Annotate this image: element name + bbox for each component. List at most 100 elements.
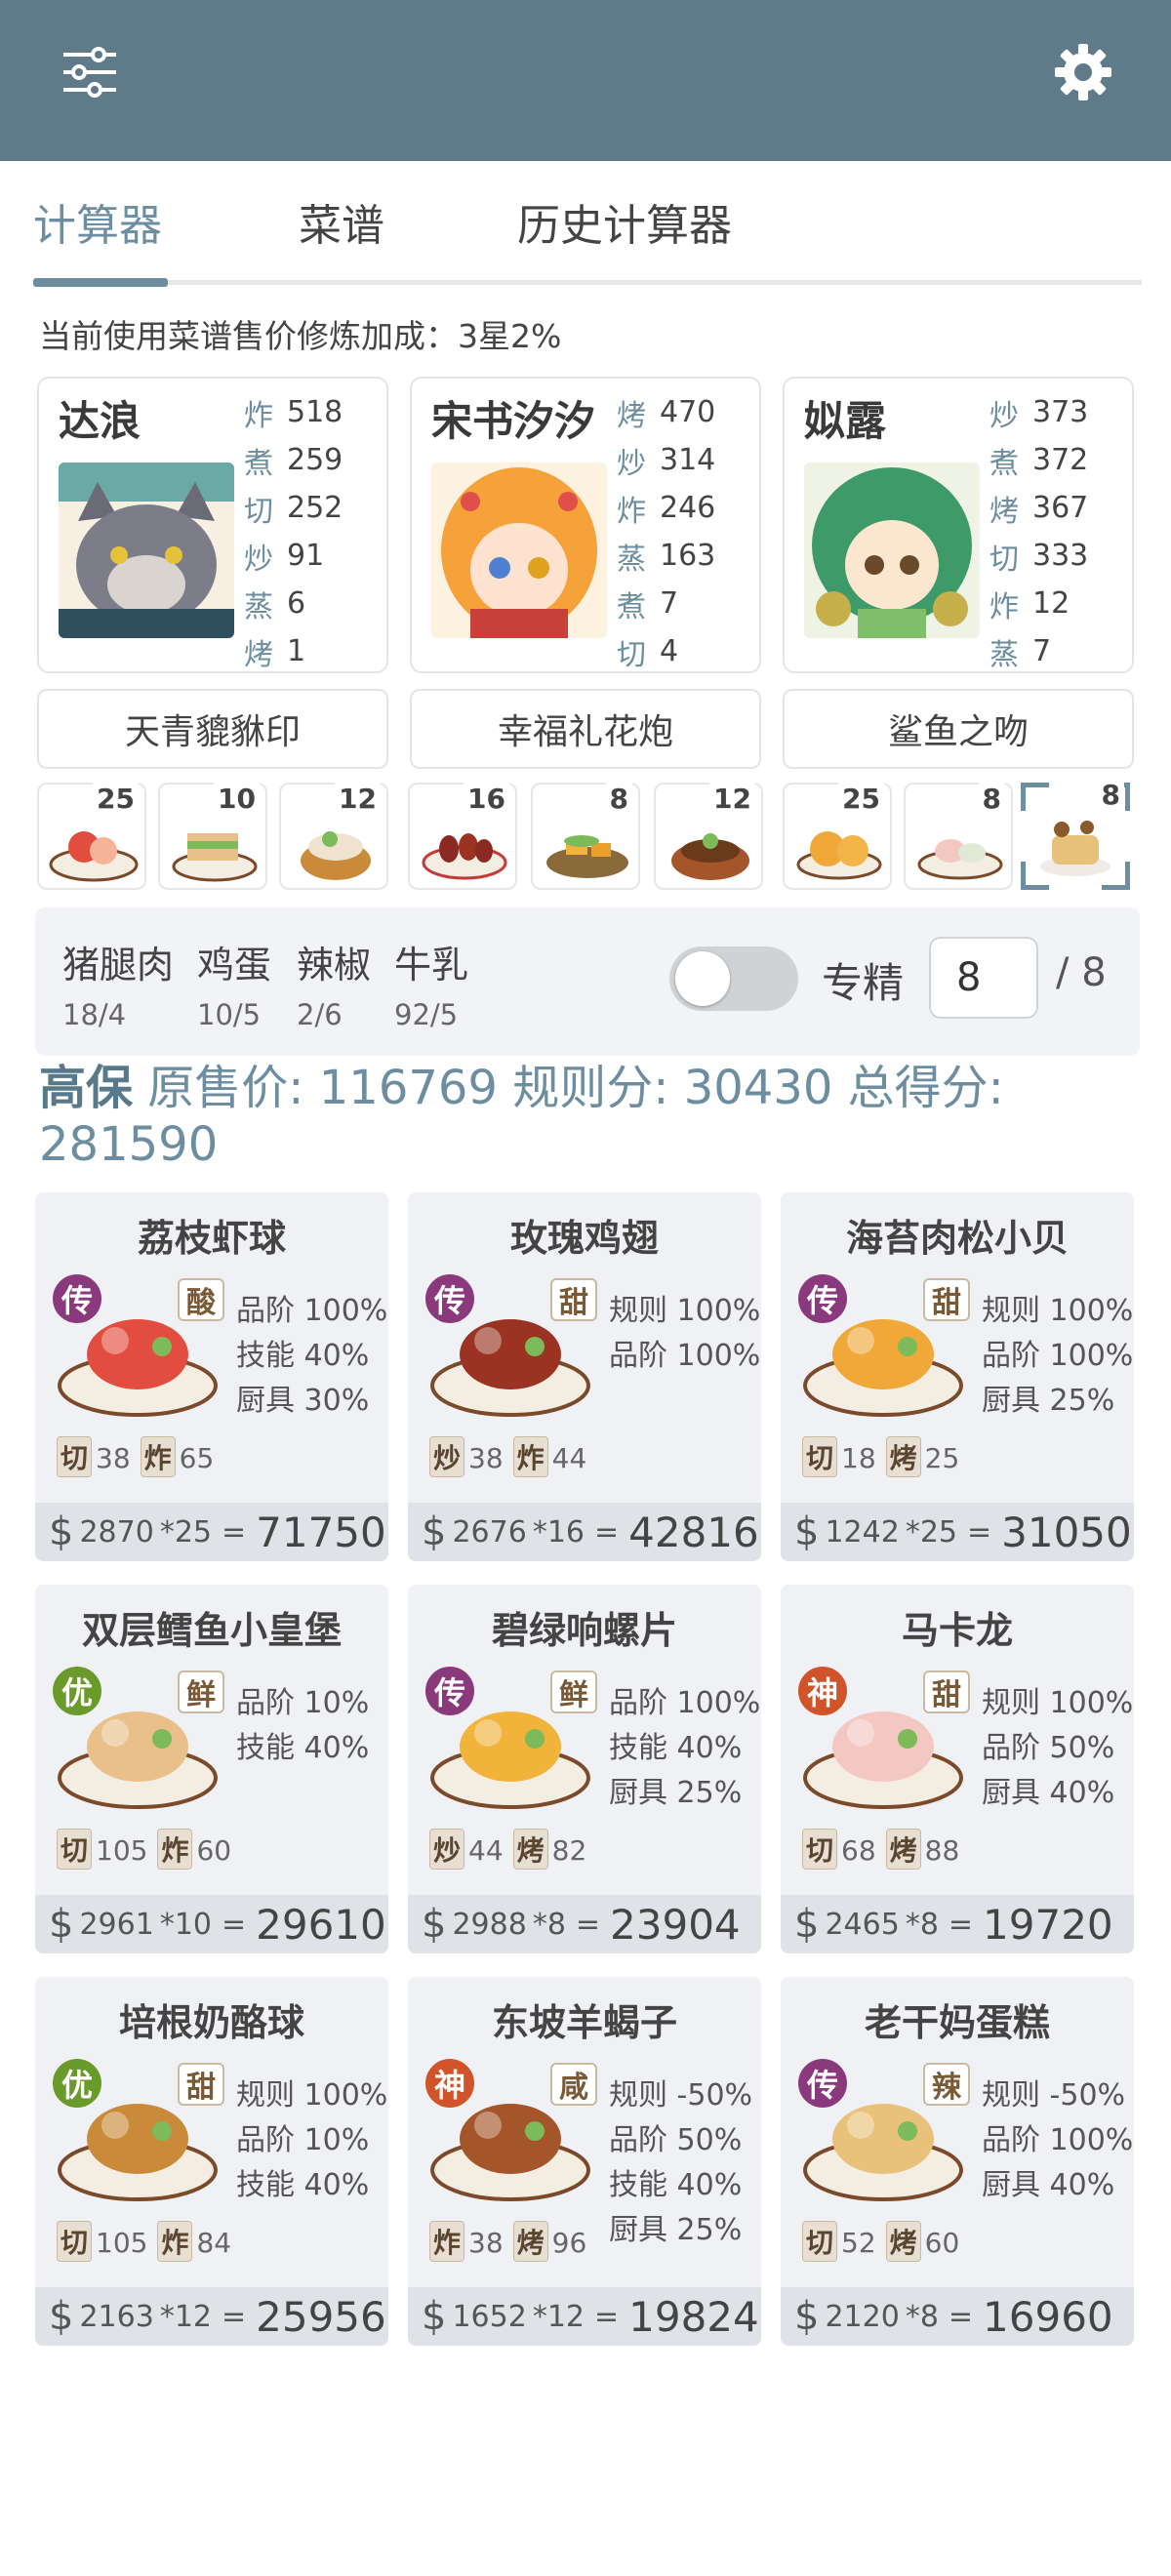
- skill-key: 切: [57, 1829, 93, 1870]
- recipe-total: 71750: [256, 1508, 386, 1556]
- recipe-card[interactable]: 荔枝虾球传 酸品阶 100% 技能 40% 厨具 30% 切 38 炸 65 $2870 *25 =…: [35, 1192, 388, 1561]
- stat-key: 煮: [617, 589, 646, 624]
- dish-thumb-selected[interactable]: 8: [1021, 779, 1130, 890]
- ingredient-name: 鸡蛋: [197, 944, 272, 986]
- recipe-card[interactable]: 老干妈蛋糕传 辣规则 -50% 品阶 100% 厨具 40% 切 52 烤 60 $2120 *8…: [781, 1977, 1134, 2346]
- recipe-name: 海苔肉松小贝: [845, 1217, 1069, 1260]
- recipe-price-row: $2163 *12 = 25956: [35, 2287, 388, 2346]
- taste-badge: 甜: [923, 1278, 970, 1321]
- dollar-icon: $: [422, 1509, 447, 1554]
- chef-card[interactable]: 姒露 炒 373 煮 372 烤 367 切 333 炸 12 蒸7: [783, 377, 1134, 673]
- stat-value: 7: [660, 586, 679, 621]
- stat-value: 252: [287, 491, 343, 525]
- stat-value: 470: [660, 395, 716, 429]
- skill-requirements: 炒 44 烤 82: [429, 1829, 596, 1870]
- bonus-line: 品阶 100%: [609, 1686, 761, 1720]
- recipe-card[interactable]: 双层鳕鱼小皇堡优 鲜品阶 10% 技能 40% 切 105 炸 60 $2961 *10 = 296…: [35, 1585, 388, 1953]
- skill-key: 烤: [512, 1829, 548, 1870]
- dish-thumb[interactable]: 8: [531, 783, 640, 890]
- recipe-card[interactable]: 马卡龙神 甜规则 100% 品阶 50% 厨具 40% 切 68 烤 88 $2465 *8 = 19…: [781, 1585, 1134, 1953]
- dish-thumb[interactable]: 8: [904, 783, 1013, 890]
- bonus-line: 厨具 25%: [609, 2213, 743, 2247]
- equipment-slot[interactable]: 幸福礼花炮: [410, 689, 761, 769]
- chef-portrait: [804, 463, 980, 638]
- equals-sign: =: [594, 2299, 620, 2334]
- skill-key: 炸: [140, 1436, 176, 1477]
- recipe-name: 培根奶酪球: [118, 2001, 304, 2044]
- ingredient-panel: 猪腿肉 18/4 鸡蛋 10/5 辣椒 2/6 牛乳 92/5 专精 8 / 8: [35, 907, 1140, 1056]
- equipment-slot[interactable]: 鲨鱼之吻: [783, 689, 1134, 769]
- dish-thumb[interactable]: 12: [654, 783, 763, 890]
- rarity-badge: 传: [425, 1274, 474, 1323]
- quantity: *8: [905, 1907, 939, 1942]
- recipe-card[interactable]: 玫瑰鸡翅传 甜规则 100% 品阶 100% 炒 38 炸 44 $2676 *16 = 42816: [408, 1192, 761, 1561]
- bonus-list: 品阶 100% 技能 40% 厨具 30%: [236, 1286, 387, 1421]
- stat-value: 373: [1032, 395, 1089, 429]
- top-bar: [0, 0, 1171, 161]
- bonus-line: 规则 100%: [609, 1294, 761, 1328]
- stat-value: 314: [660, 443, 716, 477]
- equals-sign: =: [948, 2299, 974, 2334]
- stat-value: 1: [287, 634, 306, 668]
- specialize-input[interactable]: 8: [929, 937, 1038, 1019]
- recipe-card[interactable]: 培根奶酪球优 甜规则 100% 品阶 10% 技能 40% 切 105 炸 84 $2163 *1…: [35, 1977, 388, 2346]
- recipe-total: 23904: [610, 1900, 741, 1949]
- recipe-price-row: $2465 *8 = 19720: [781, 1895, 1134, 1953]
- bonus-list: 规则 100% 品阶 10% 技能 40%: [236, 2071, 387, 2205]
- skill-key: 切: [57, 2221, 93, 2262]
- rarity-badge: 神: [798, 1667, 847, 1715]
- taste-badge: 辣: [923, 2063, 970, 2106]
- tab-history[interactable]: 历史计算器: [517, 190, 732, 253]
- stat-key: 炒: [989, 398, 1019, 433]
- dish-thumb[interactable]: 12: [279, 783, 388, 890]
- skill-value: 96: [551, 2227, 587, 2259]
- stat-key: 烤: [617, 398, 646, 433]
- recipe-total: 42816: [628, 1508, 759, 1556]
- dish-macaron-icon: [917, 839, 1003, 880]
- chef-card[interactable]: 达浪 炸 518 煮 259 切 252 炒 91 蒸6 烤1: [37, 377, 388, 673]
- rarity-badge: 优: [53, 1667, 101, 1715]
- ingredient-count: 92/5: [394, 998, 459, 1031]
- dish-quantity: 25: [838, 783, 884, 815]
- stat-key: 烤: [244, 637, 273, 672]
- skill-value: 25: [924, 1442, 960, 1474]
- recipe-card[interactable]: 碧绿响螺片传 鲜品阶 100% 技能 40% 厨具 25% 炒 44 烤 82 $2988 *8 =…: [408, 1585, 761, 1953]
- bonus-line: 厨具 30%: [236, 1384, 370, 1418]
- stat-value: 91: [287, 539, 325, 573]
- stat-key: 炒: [244, 542, 273, 577]
- rarity-badge: 神: [425, 2059, 474, 2108]
- skill-value: 60: [924, 2227, 960, 2259]
- tab-calculator[interactable]: 计算器: [33, 190, 162, 253]
- chef-stats: 炸 518 煮 259 切 252 炒 91 蒸6 烤1: [244, 388, 371, 675]
- tab-recipes[interactable]: 菜谱: [299, 190, 384, 253]
- specialize-toggle[interactable]: [669, 946, 798, 1011]
- dish-thumb[interactable]: 25: [37, 783, 146, 890]
- equipment-slot[interactable]: 天青貔貅印: [37, 689, 388, 769]
- dish-thumb[interactable]: 10: [158, 783, 267, 890]
- stat-value: 367: [1032, 491, 1089, 525]
- bonus-line: 规则 100%: [236, 2078, 388, 2113]
- stat-key: 切: [244, 494, 273, 529]
- dish-quantity: 25: [93, 783, 139, 815]
- recipe-card[interactable]: 海苔肉松小贝传 甜规则 100% 品阶 100% 厨具 25% 切 18 烤 25 $1242 *…: [781, 1192, 1134, 1561]
- stat-key: 炒: [617, 446, 646, 481]
- bonus-list: 规则 -50% 品阶 50% 技能 40% 厨具 25%: [609, 2071, 752, 2250]
- dish-thumb[interactable]: 25: [783, 783, 892, 890]
- dish-quantity: 8: [605, 783, 632, 815]
- gear-icon[interactable]: [1044, 33, 1122, 111]
- stat-value: 518: [287, 395, 343, 429]
- ingredient-name: 牛乳: [394, 944, 469, 986]
- recipe-card[interactable]: 东坡羊蝎子神 咸规则 -50% 品阶 50% 技能 40% 厨具 25% 炸 38 烤 96 $1…: [408, 1977, 761, 2346]
- bonus-line: 规则 100%: [982, 1686, 1134, 1720]
- skill-key: 烤: [885, 1436, 921, 1477]
- bonus-line: 规则 -50%: [609, 2078, 753, 2113]
- skill-requirements: 切 105 炸 60: [57, 1829, 241, 1870]
- dish-quantity: 10: [214, 783, 260, 815]
- sliders-icon[interactable]: [51, 33, 129, 111]
- chef-card[interactable]: 宋书汐汐 烤 470 炒 314 炸 246 蒸 163 煮7 切4: [410, 377, 761, 673]
- taste-badge: 甜: [550, 1278, 597, 1321]
- recipe-name: 双层鳕鱼小皇堡: [81, 1609, 342, 1652]
- dish-thumb[interactable]: 16: [408, 783, 517, 890]
- dish-bacon-cheese-ball-icon: [301, 831, 371, 880]
- stat-value: 6: [287, 586, 306, 621]
